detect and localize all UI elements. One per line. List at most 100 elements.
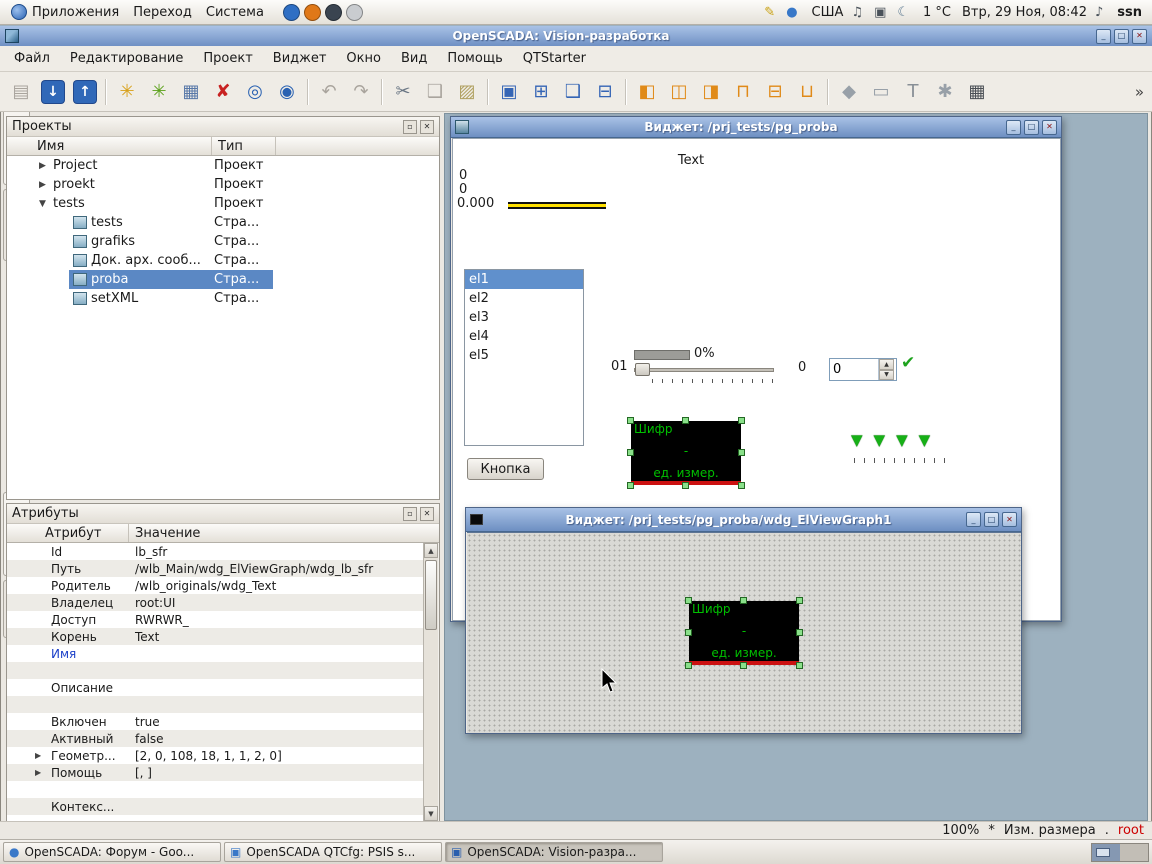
selection-handle[interactable] xyxy=(738,449,745,456)
taskbar-window-button[interactable]: ▣ OpenSCADA: Vision-разра... xyxy=(445,842,663,862)
attribute-row[interactable]: Имя xyxy=(7,645,423,662)
float-button[interactable]: ▫ xyxy=(403,507,417,521)
graph-window-titlebar[interactable]: Виджет: /prj_tests/pg_proba/wdg_ElViewGr… xyxy=(466,508,1021,532)
new-project-icon[interactable]: ✳ xyxy=(112,77,142,107)
list-item[interactable]: el2 xyxy=(465,289,583,308)
attribute-row[interactable]: Путь /wlb_Main/wdg_ElViewGraph/wdg_lb_sf… xyxy=(7,560,423,577)
copy-icon[interactable]: ❑ xyxy=(420,77,450,107)
tree-expander-icon[interactable]: ▼ xyxy=(39,199,53,209)
selection-handle[interactable] xyxy=(796,597,803,604)
menu-item[interactable]: Файл xyxy=(4,47,60,70)
menu-item[interactable]: Виджет xyxy=(263,47,337,70)
sel-handle[interactable] xyxy=(738,482,745,489)
scrollbar-thumb[interactable] xyxy=(425,560,437,630)
page-window-titlebar[interactable]: Виджет: /prj_tests/pg_proba _ □ ✕ xyxy=(451,117,1061,138)
list-item[interactable]: el1 xyxy=(465,270,583,289)
attribute-row[interactable]: Владелец root:UI xyxy=(7,594,423,611)
align-top-icon[interactable]: ⊓ xyxy=(728,77,758,107)
attribute-row[interactable]: ▶ Помощь [, ] xyxy=(7,764,423,781)
align-right-icon[interactable]: ◨ xyxy=(696,77,726,107)
attribute-row[interactable]: Включен true xyxy=(7,713,423,730)
new-widget-icon[interactable]: ✳ xyxy=(144,77,174,107)
align-left-icon[interactable]: ◧ xyxy=(632,77,662,107)
cipher-widget[interactable]: Шифр - ед. измер. xyxy=(631,421,741,485)
tree-row[interactable]: ▶ proekt Проект xyxy=(7,175,439,194)
column-header[interactable]: Значение xyxy=(129,524,439,542)
selection-handle[interactable] xyxy=(627,449,634,456)
list-item[interactable]: el4 xyxy=(465,327,583,346)
list-item[interactable]: el3 xyxy=(465,308,583,327)
attribute-row[interactable] xyxy=(7,696,423,713)
attribute-row[interactable] xyxy=(7,662,423,679)
attr-expander-icon[interactable]: ▶ xyxy=(35,751,51,760)
menu-item[interactable]: Редактирование xyxy=(60,47,193,70)
widget-link-icon[interactable]: ⊟ xyxy=(590,77,620,107)
paste-icon[interactable]: ▨ xyxy=(452,77,482,107)
close-button[interactable]: ✕ xyxy=(1002,512,1017,527)
text-icon[interactable]: Т xyxy=(898,77,928,107)
notes-launcher[interactable] xyxy=(346,4,363,21)
selection-handle[interactable] xyxy=(627,417,634,424)
main-titlebar[interactable]: OpenSCADA: Vision-разработка _ □ ✕ xyxy=(0,26,1152,46)
tree-row[interactable]: setXML Стра... xyxy=(7,289,439,308)
text-widget[interactable]: Text xyxy=(656,153,726,168)
app-launcher[interactable] xyxy=(304,4,321,21)
selection-handle[interactable] xyxy=(682,482,689,489)
scroll-up-icon[interactable]: ▲ xyxy=(424,543,438,558)
value-widget[interactable]: 0 xyxy=(459,168,467,183)
spinbox-widget[interactable]: ▲ ▼ xyxy=(829,358,897,381)
button-widget[interactable]: Кнопка xyxy=(467,458,544,480)
workspace-2[interactable] xyxy=(1120,844,1148,861)
load-icon[interactable]: ▤ xyxy=(6,77,36,107)
tree-row[interactable]: grafiks Стра... xyxy=(7,232,439,251)
column-header[interactable]: Тип xyxy=(212,137,276,155)
db-save-icon[interactable]: ↑ xyxy=(73,80,97,104)
selection-handle[interactable] xyxy=(627,482,634,489)
clock[interactable]: Втр, 29 Ноя, 08:42 xyxy=(959,5,1087,20)
list-item[interactable]: el5 xyxy=(465,346,583,365)
tree-row[interactable]: ▶ Project Проект xyxy=(7,156,439,175)
weather-applet-icon[interactable]: ☾ xyxy=(897,5,912,20)
menu-item[interactable]: Проект xyxy=(193,47,262,70)
column-header[interactable]: Имя xyxy=(7,137,212,155)
menu-item[interactable]: Окно xyxy=(336,47,391,70)
maximize-button[interactable]: □ xyxy=(1114,29,1129,44)
im-status-icon[interactable]: ● xyxy=(786,5,800,20)
keyboard-layout-indicator[interactable]: США xyxy=(809,5,844,20)
attribute-row[interactable]: Доступ RWRWR_ xyxy=(7,611,423,628)
redo-icon[interactable]: ↷ xyxy=(346,77,376,107)
minimize-button[interactable]: _ xyxy=(966,512,981,527)
menu-item[interactable]: Вид xyxy=(391,47,437,70)
slider-groove[interactable] xyxy=(634,368,774,372)
temperature-indicator[interactable]: 1 °C xyxy=(920,5,951,20)
pointer-row-widget[interactable]: ▼ ▼ ▼ ▼ xyxy=(851,431,930,449)
value-widget[interactable]: 0.000 xyxy=(457,196,494,211)
align-vcenter-icon[interactable]: ⊟ xyxy=(760,77,790,107)
maximize-button[interactable]: □ xyxy=(984,512,999,527)
attribute-row[interactable]: Контекс... xyxy=(7,798,423,815)
selection-handle[interactable] xyxy=(796,629,803,636)
widget-library-icon[interactable]: ▣ xyxy=(494,77,524,107)
attribute-row[interactable]: Активный false xyxy=(7,730,423,747)
attribute-row[interactable] xyxy=(7,781,423,798)
workspace-1[interactable] xyxy=(1092,844,1120,861)
selection-handle[interactable] xyxy=(682,417,689,424)
tree-expander-icon[interactable]: ▶ xyxy=(39,161,53,171)
close-button[interactable]: ✕ xyxy=(420,507,434,521)
selection-handle[interactable] xyxy=(740,597,747,604)
db-load-icon[interactable]: ↓ xyxy=(41,80,65,104)
notes-applet-icon[interactable]: ✎ xyxy=(764,5,778,20)
tree-row[interactable]: tests Стра... xyxy=(7,213,439,232)
widget-add-icon[interactable]: ⊞ xyxy=(526,77,556,107)
align-bottom-icon[interactable]: ⊔ xyxy=(792,77,822,107)
tree-row[interactable]: proba Стра... xyxy=(7,270,439,289)
selection-handle[interactable] xyxy=(685,662,692,669)
widget-copy-icon[interactable]: ❑ xyxy=(558,77,588,107)
close-button[interactable]: ✕ xyxy=(1132,29,1147,44)
vertical-scrollbar[interactable]: ▲ ▼ xyxy=(423,543,438,821)
selection-handle[interactable] xyxy=(685,597,692,604)
spin-up-icon[interactable]: ▲ xyxy=(879,359,894,370)
close-button[interactable]: ✕ xyxy=(1042,120,1057,135)
spinbox-input[interactable] xyxy=(830,359,878,380)
function-icon[interactable]: ✱ xyxy=(930,77,960,107)
